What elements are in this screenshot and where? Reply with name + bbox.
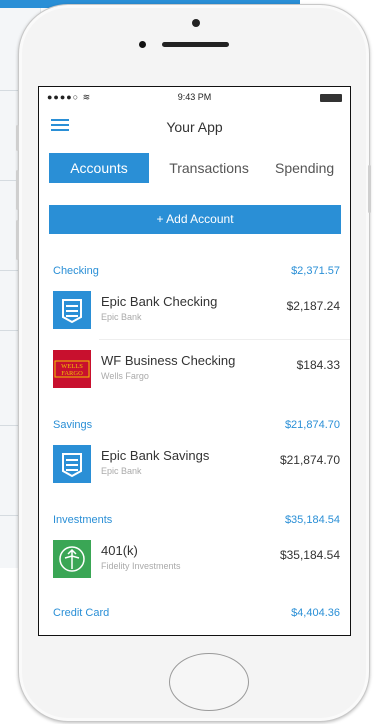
- section-title: Savings: [53, 419, 93, 431]
- account-balance: $2,187.24: [286, 299, 340, 313]
- epic-bank-logo-icon: [53, 445, 91, 483]
- institution-name: Wells Fargo: [101, 371, 149, 381]
- svg-text:FARGO: FARGO: [61, 370, 83, 377]
- add-account-button[interactable]: + Add Account: [49, 205, 341, 234]
- page-title: Your App: [166, 119, 223, 135]
- earpiece-speaker: [162, 42, 229, 47]
- account-balance: $21,874.70: [279, 453, 340, 467]
- tab-transactions[interactable]: Transactions: [159, 153, 259, 183]
- power-button: [368, 165, 371, 213]
- section-title: Checking: [53, 265, 99, 277]
- account-row-401k[interactable]: 401(k) Fidelity Investments $35,184.54: [39, 530, 350, 588]
- mute-switch: [16, 125, 19, 151]
- section-total: $35,184.54: [284, 514, 340, 526]
- account-name: WF Business Checking: [101, 353, 236, 368]
- account-row-epic-savings[interactable]: Epic Bank Savings Epic Bank $21,874.70: [39, 435, 350, 493]
- app-screen: ●●●●○ ≋ 9:43 PM Your App Accounts Transa…: [38, 86, 351, 636]
- tab-accounts[interactable]: Accounts: [49, 153, 149, 183]
- fidelity-logo-icon: [53, 540, 91, 578]
- institution-name: Epic Bank: [101, 312, 142, 322]
- front-camera: [139, 41, 146, 48]
- account-balance: $184.33: [296, 358, 340, 372]
- account-row-epic-checking[interactable]: Epic Bank Checking Epic Bank $2,187.24: [39, 281, 350, 339]
- tab-bar: Accounts Transactions Spending: [39, 147, 350, 191]
- volume-up-button: [16, 170, 19, 210]
- account-name: Epic Bank Savings: [101, 448, 210, 463]
- epic-bank-logo-icon: [53, 291, 91, 329]
- svg-text:WELLS: WELLS: [61, 363, 83, 370]
- section-credit-card: Credit Card $4,404.36: [39, 599, 350, 629]
- tab-spending[interactable]: Spending: [275, 153, 350, 183]
- home-button[interactable]: [169, 653, 249, 711]
- account-row-wf-business[interactable]: WELLS FARGO WF Business Checking Wells F…: [39, 340, 350, 398]
- section-total: $4,404.36: [291, 607, 340, 619]
- navigation-bar: Your App: [39, 109, 350, 147]
- volume-down-button: [16, 220, 19, 260]
- battery-icon: [320, 94, 342, 102]
- institution-name: Epic Bank: [101, 466, 142, 476]
- status-time: 9:43 PM: [177, 92, 212, 102]
- section-total: $21,874.70: [284, 419, 340, 431]
- proximity-sensor: [192, 19, 200, 27]
- account-balance: $35,184.54: [279, 548, 340, 562]
- account-name: 401(k): [101, 543, 138, 558]
- institution-name: Fidelity Investments: [101, 561, 181, 571]
- account-name: Epic Bank Checking: [101, 294, 218, 309]
- wells-fargo-logo-icon: WELLS FARGO: [53, 350, 91, 388]
- section-title: Investments: [53, 514, 113, 526]
- section-total: $2,371.57: [291, 265, 340, 277]
- status-bar: ●●●●○ ≋ 9:43 PM: [39, 87, 350, 109]
- section-title: Credit Card: [53, 607, 110, 619]
